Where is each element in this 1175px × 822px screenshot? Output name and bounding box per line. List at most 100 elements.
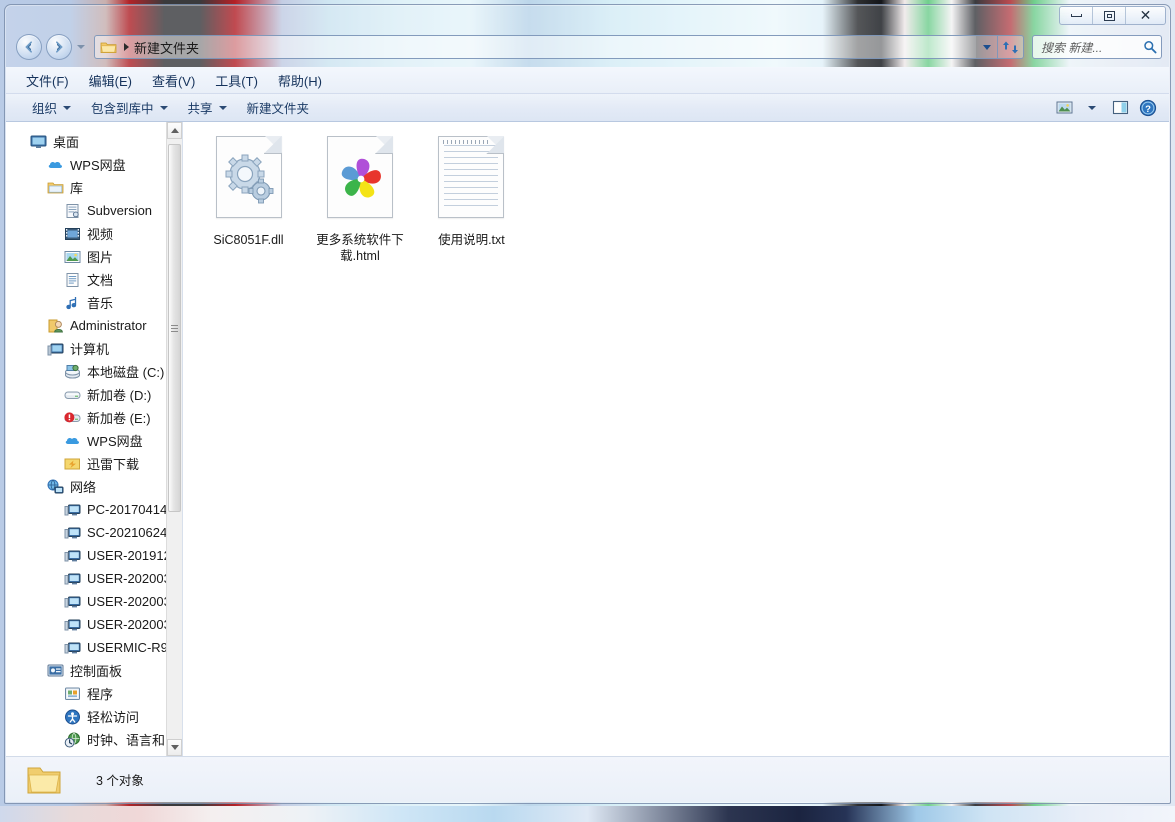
navigation-scrollbar[interactable] (166, 122, 182, 756)
nav-item[interactable]: 音乐 (6, 291, 182, 314)
menu-file[interactable]: 文件(F) (16, 68, 79, 93)
search-icon (1144, 41, 1157, 54)
nav-item[interactable]: 桌面 (6, 130, 182, 153)
nav-item-label: 视频 (87, 227, 114, 242)
preview-pane-icon (1112, 100, 1128, 115)
scroll-up-button[interactable] (167, 122, 182, 139)
nav-item-label: 新加卷 (D:) (87, 388, 152, 403)
nav-item[interactable]: 图片 (6, 245, 182, 268)
nav-item[interactable]: Administrator (6, 314, 182, 337)
refresh-button[interactable] (998, 35, 1024, 59)
file-item[interactable]: SiC8051F.dll (197, 136, 300, 248)
nav-item-label: 控制面板 (70, 664, 123, 679)
nav-item[interactable]: 文档 (6, 268, 182, 291)
html-pinwheel-icon (326, 136, 393, 218)
search-box[interactable]: 搜索 新建... (1032, 35, 1162, 59)
nav-item[interactable]: Subversion (6, 199, 182, 222)
nav-item[interactable]: 计算机 (6, 337, 182, 360)
nav-item[interactable]: 时钟、语言和区域 (6, 728, 182, 751)
status-item-count: 3 个对象 (96, 774, 144, 788)
file-item[interactable]: 使用说明.txt (420, 136, 523, 248)
view-options-dropdown[interactable] (1079, 97, 1105, 119)
cloud-icon (64, 433, 81, 449)
nav-item[interactable]: 视频 (6, 222, 182, 245)
nav-item[interactable]: 程序 (6, 682, 182, 705)
nav-item[interactable]: WPS网盘 (6, 429, 182, 452)
nav-item-label: Subversion (87, 203, 153, 218)
pc-icon (64, 548, 81, 564)
refresh-icon (1003, 41, 1018, 53)
pc-icon (64, 640, 81, 656)
chevron-up-icon (170, 128, 179, 133)
include-in-library-label: 包含到库中 (91, 102, 154, 116)
desktop-icon (30, 134, 47, 150)
menu-edit[interactable]: 编辑(E) (79, 68, 142, 93)
nav-item[interactable]: 迅雷下载 (6, 452, 182, 475)
nav-item[interactable]: USER-20200320. (6, 567, 182, 590)
include-in-library-button[interactable]: 包含到库中 (81, 94, 178, 121)
preview-pane-button[interactable] (1107, 97, 1133, 119)
pc-icon (64, 617, 81, 633)
computer-icon (47, 341, 64, 357)
share-label: 共享 (187, 102, 213, 116)
nav-item[interactable]: USER-20191220I (6, 544, 182, 567)
view-icon (1056, 101, 1072, 114)
desktop-wallpaper-bottom (0, 806, 1175, 822)
forward-button[interactable] (46, 34, 72, 60)
network-icon (47, 479, 64, 495)
menu-tools[interactable]: 工具(T) (205, 68, 268, 93)
new-folder-label: 新建文件夹 (246, 102, 310, 116)
nav-item[interactable]: USER-20200320U (6, 590, 182, 613)
chevron-down-icon (159, 105, 168, 110)
scroll-down-button[interactable] (167, 739, 182, 756)
nav-item[interactable]: USER-20200326Y (6, 613, 182, 636)
menu-help[interactable]: 帮助(H) (268, 68, 332, 93)
nav-item[interactable]: 库 (6, 176, 182, 199)
nav-item[interactable]: 新加卷 (D:) (6, 383, 182, 406)
clock-region-icon (64, 732, 81, 748)
menu-view[interactable]: 查看(V) (142, 68, 205, 93)
new-folder-button[interactable]: 新建文件夹 (237, 94, 320, 121)
nav-item[interactable]: WPS网盘 (6, 153, 182, 176)
nav-item[interactable]: 新加卷 (E:) (6, 406, 182, 429)
search-input[interactable]: 搜索 新建... (1041, 39, 1143, 56)
folder-icon (26, 764, 62, 796)
file-item[interactable]: 更多系统软件下载.html (308, 136, 411, 264)
nav-item-label: WPS网盘 (87, 434, 143, 449)
chevron-down-icon (63, 105, 72, 110)
nav-item[interactable]: 控制面板 (6, 659, 182, 682)
file-list-pane[interactable]: SiC8051F.dll 更多系统软件下载.html 使用说明.txt (183, 122, 1169, 756)
file-name: 更多系统软件下载.html (316, 233, 404, 263)
back-button[interactable] (16, 34, 42, 60)
nav-item[interactable]: 轻松访问 (6, 705, 182, 728)
address-path-box[interactable]: 新建文件夹 (94, 35, 976, 59)
navigation-tree: 桌面 WPS网盘库 Subversion 视频 图片 文档 音乐 Administrator 计… (6, 122, 182, 751)
maximize-button[interactable] (1093, 7, 1126, 24)
share-button[interactable]: 共享 (178, 94, 237, 121)
nav-item[interactable]: USERMIC-R9N25 (6, 636, 182, 659)
nav-item[interactable]: PC-20170414PM (6, 498, 182, 521)
dll-gear-icon (215, 136, 282, 218)
nav-item[interactable]: 本地磁盘 (C:) (6, 360, 182, 383)
chevron-down-icon (218, 105, 227, 110)
close-button[interactable]: ✕ (1126, 7, 1165, 24)
forward-arrow-icon (56, 41, 63, 53)
address-dropdown-button[interactable] (976, 35, 998, 59)
nav-item[interactable]: 网络 (6, 475, 182, 498)
address-bar-row: 新建文件夹 搜索 新建... (5, 27, 1170, 67)
file-icon-wrap (420, 136, 523, 232)
nav-item[interactable]: SC-20210624091 (6, 521, 182, 544)
nav-item-label: 库 (70, 181, 84, 196)
drive-alert-icon (64, 410, 81, 426)
chevron-down-icon (982, 44, 991, 50)
pc-icon (64, 594, 81, 610)
breadcrumb-current-folder[interactable]: 新建文件夹 (134, 38, 199, 57)
help-button[interactable]: ? (1135, 97, 1161, 119)
organize-button[interactable]: 组织 (22, 94, 81, 121)
scrollbar-thumb[interactable] (168, 144, 181, 512)
nav-item-label: 计算机 (70, 342, 110, 357)
change-view-button[interactable] (1051, 97, 1077, 119)
recent-locations-button[interactable] (74, 36, 88, 58)
minimize-button[interactable] (1060, 7, 1093, 24)
paper-perforation (443, 140, 490, 144)
